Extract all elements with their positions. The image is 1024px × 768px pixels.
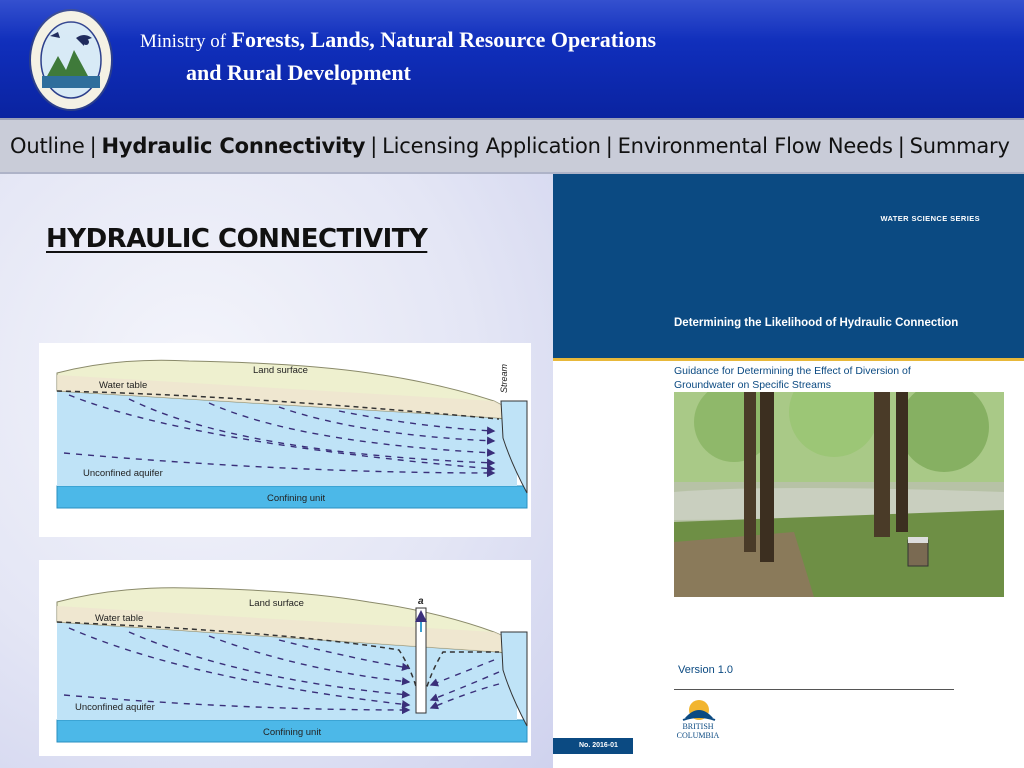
nav-item-environmental-flow-needs[interactable]: Environmental Flow Needs [618, 134, 893, 158]
report-cover: WATER SCIENCE SERIES Determining the Lik… [553, 174, 1024, 768]
ministry-prefix: Ministry of [140, 31, 227, 52]
bc-logo-text: BRITISH COLUMBIA [676, 722, 720, 740]
cover-subtitle: Guidance for Determining the Effect of D… [674, 365, 911, 391]
outline-nav-bar: Outline | Hydraulic Connectivity | Licensing… [0, 118, 1024, 174]
nav-item-outline[interactable]: Outline [10, 134, 85, 158]
nav-separator: | [897, 134, 905, 158]
cover-series: WATER SCIENCE SERIES [880, 214, 980, 223]
nav-separator: | [605, 134, 613, 158]
label-water-table: Water table [95, 613, 143, 624]
label-unconfined-aquifer: Unconfined aquifer [83, 468, 163, 479]
cover-gold-rule [553, 358, 1024, 361]
label-water-table: Water table [99, 380, 147, 391]
nav-item-licensing-application[interactable]: Licensing Application [382, 134, 601, 158]
groundwater-diagram-pumping: a Land surface Water table Unconfined aq… [39, 560, 531, 756]
cover-photo-stream [674, 392, 1004, 597]
nav-item-hydraulic-connectivity[interactable]: Hydraulic Connectivity [101, 134, 365, 158]
label-unconfined-aquifer: Unconfined aquifer [75, 702, 155, 713]
cover-version-rule [674, 689, 954, 690]
label-confining-unit: Confining unit [267, 493, 325, 504]
diagram-pumping-svg: a Land surface Water table Unconfined aq… [56, 587, 528, 743]
nav-item-summary[interactable]: Summary [910, 134, 1010, 158]
bc-ministry-seal-icon [29, 9, 113, 111]
label-land-surface: Land surface [253, 365, 308, 376]
ministry-line1: Forests, Lands, Natural Resource Operati… [231, 27, 657, 52]
ministry-header: Ministry of Forests, Lands, Natural Reso… [0, 0, 1024, 118]
diagram-natural-svg: Land surface Water table Stream Unconfin… [56, 359, 528, 509]
label-well: a [418, 596, 424, 607]
label-confining-unit: Confining unit [263, 727, 321, 738]
cover-header-band: WATER SCIENCE SERIES Determining the Lik… [553, 174, 1024, 358]
cover-title: Determining the Likelihood of Hydraulic … [674, 317, 959, 329]
slide-title: HYDRAULIC CONNECTIVITY [46, 224, 428, 254]
outline-nav: Outline | Hydraulic Connectivity | Licensing… [10, 134, 1010, 158]
nav-separator: | [370, 134, 378, 158]
label-stream: Stream [499, 363, 509, 393]
ministry-line2: and Rural Development [186, 60, 411, 85]
cover-version: Version 1.0 [678, 664, 734, 676]
ministry-name: Ministry of Forests, Lands, Natural Reso… [140, 26, 656, 90]
cover-number: No. 2016-01 [553, 738, 633, 754]
groundwater-diagram-natural: Land surface Water table Stream Unconfin… [39, 343, 531, 537]
nav-separator: | [89, 134, 97, 158]
label-land-surface: Land surface [249, 598, 304, 609]
